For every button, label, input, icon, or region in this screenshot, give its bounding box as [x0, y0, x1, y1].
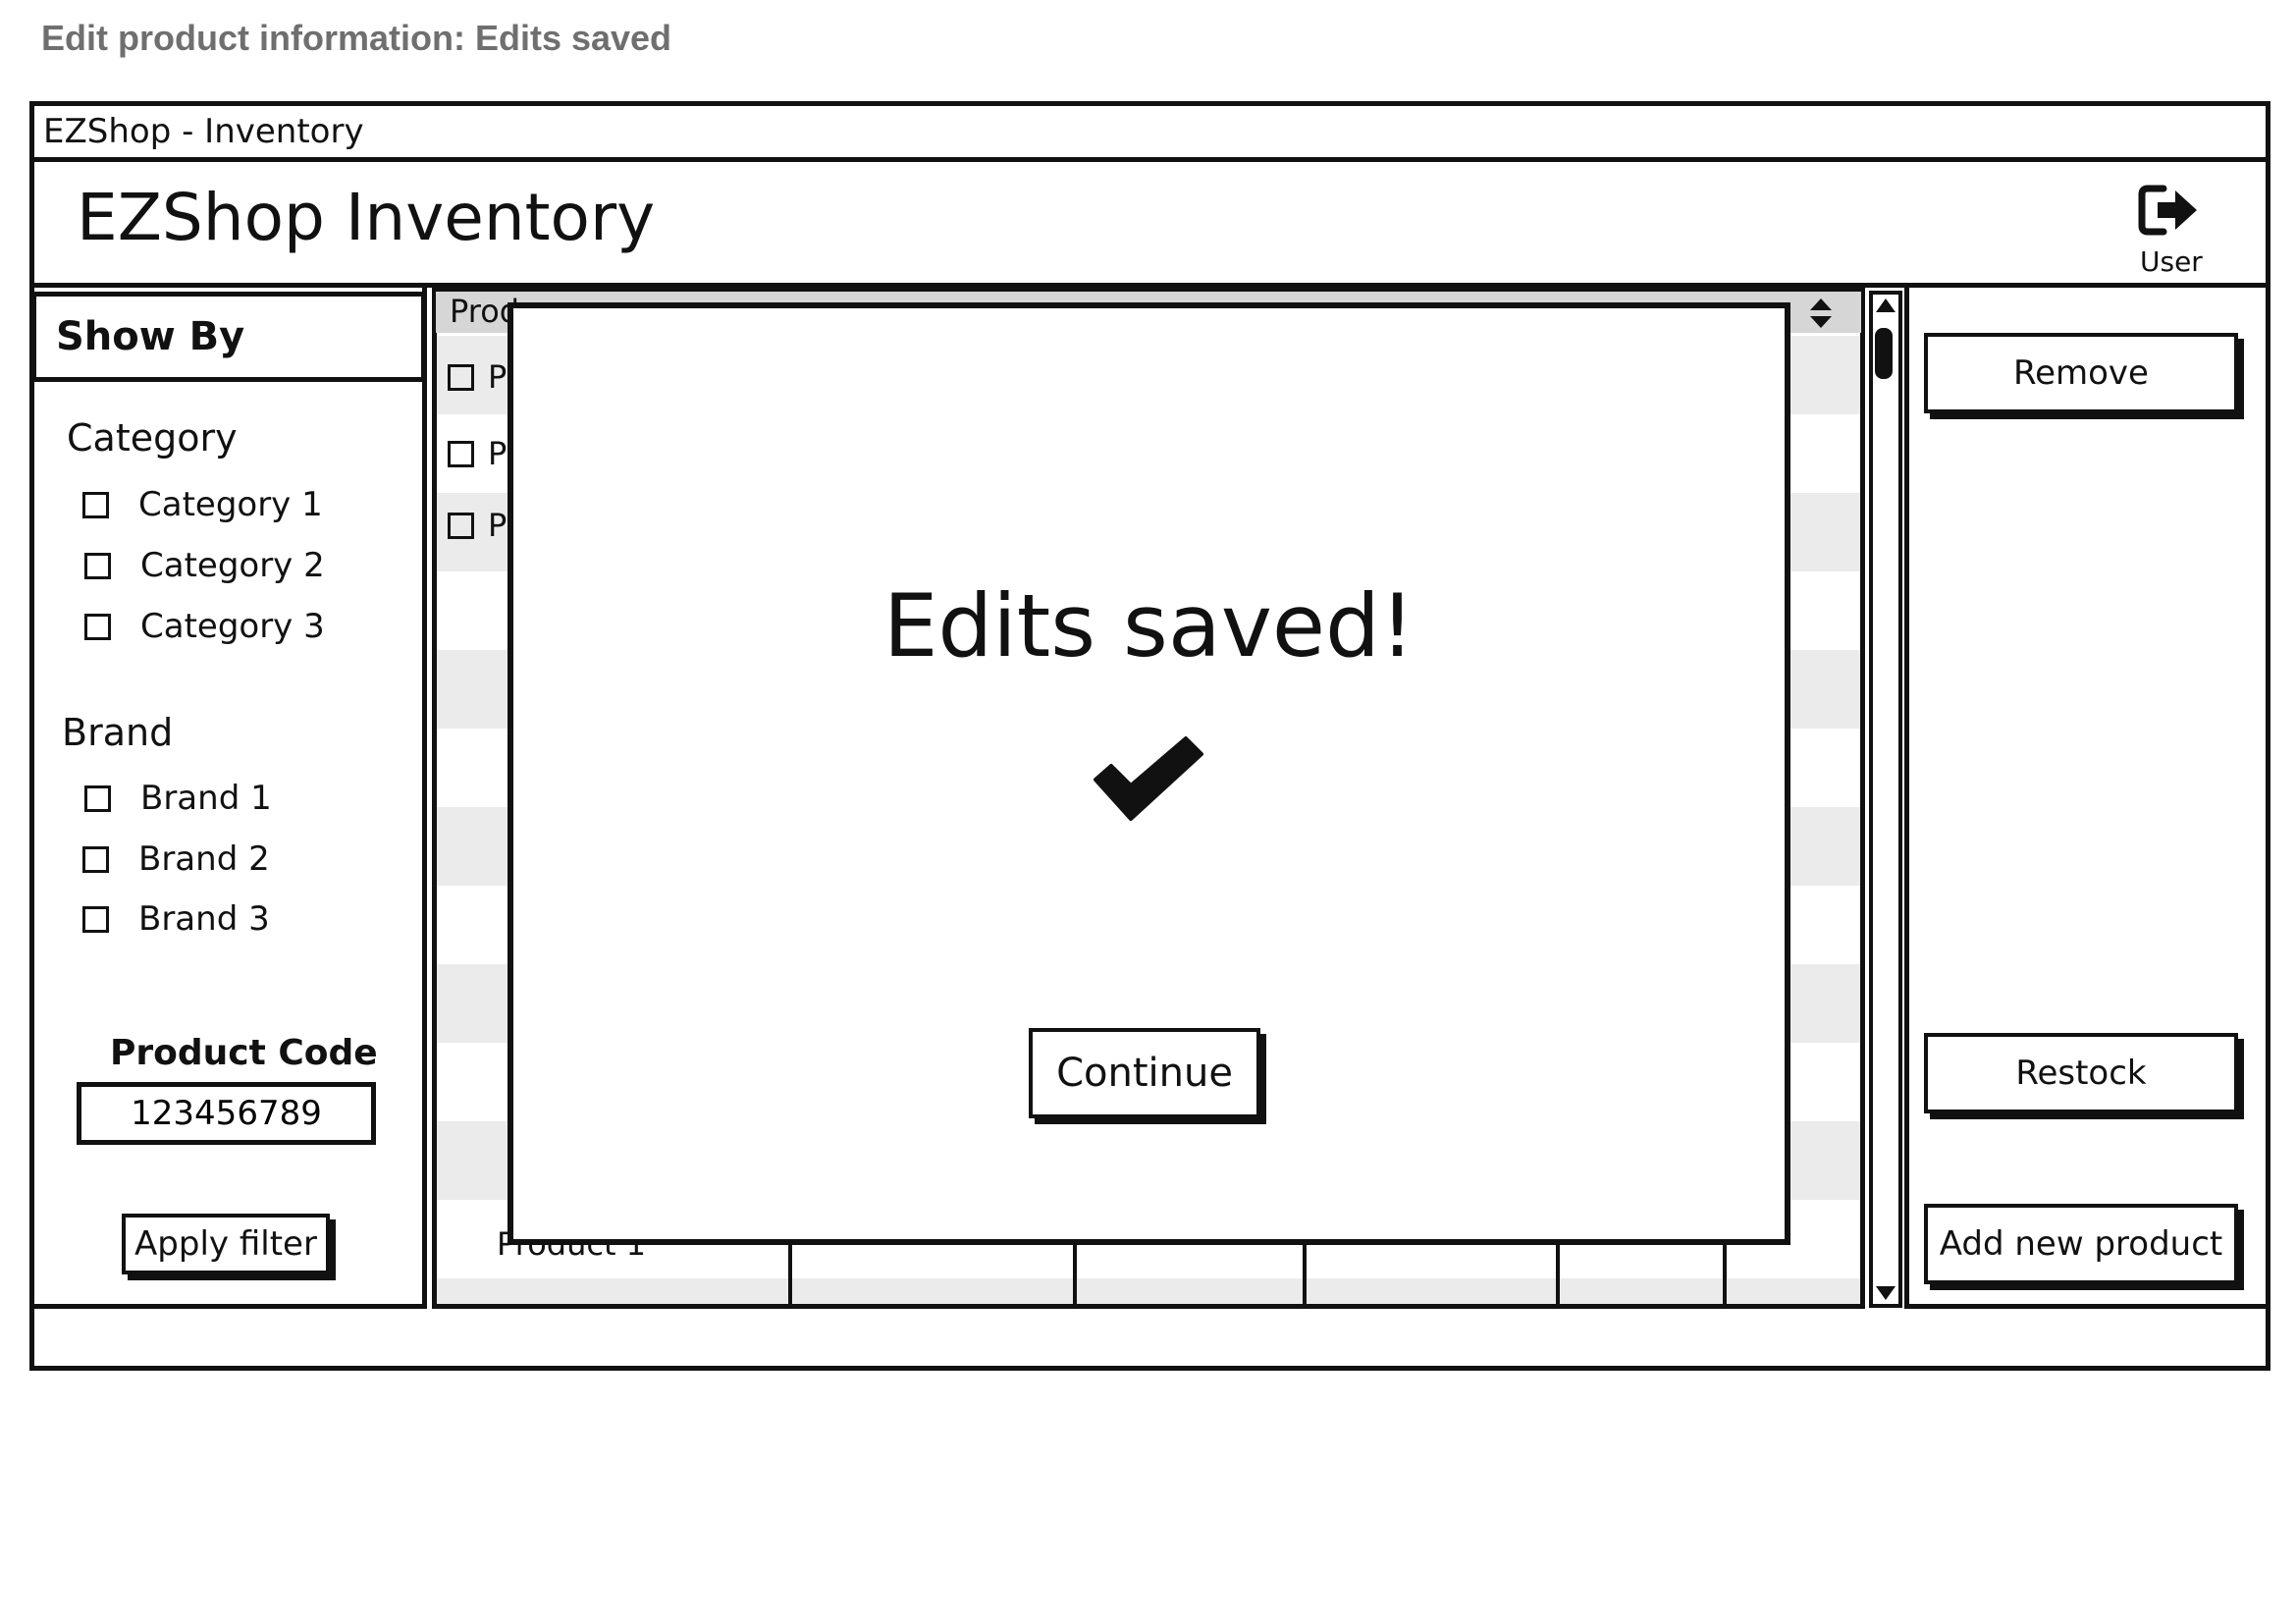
checkmark-icon — [1090, 734, 1207, 823]
window-titlebar: EZShop - Inventory — [29, 101, 2270, 162]
scrollbar-thumb[interactable] — [1875, 328, 1893, 379]
show-by-header: Show By — [31, 292, 426, 382]
table-row[interactable]: P — [448, 358, 507, 396]
product-code-input[interactable] — [77, 1082, 376, 1145]
brand-title: Brand — [62, 711, 174, 754]
category-1-checkbox[interactable]: Category 1 — [82, 485, 323, 524]
user-label[interactable]: User — [2140, 245, 2203, 278]
status-bar — [29, 1309, 2270, 1371]
checkbox-icon[interactable] — [84, 785, 111, 812]
category-1-label: Category 1 — [138, 485, 323, 524]
category-2-label: Category 2 — [140, 546, 325, 585]
product-code-label: Product Code — [110, 1033, 378, 1073]
category-3-label: Category 3 — [140, 607, 325, 646]
brand-2-label: Brand 2 — [138, 839, 270, 879]
sort-icon[interactable] — [1808, 297, 1834, 330]
dialog-title: Edits saved! — [882, 575, 1415, 677]
row-checkbox-icon[interactable] — [448, 440, 474, 467]
apply-filter-button[interactable]: Apply filter — [122, 1214, 330, 1274]
row-cell: P — [488, 435, 507, 472]
row-checkbox-icon[interactable] — [448, 512, 474, 539]
remove-button[interactable]: Remove — [1924, 333, 2238, 413]
brand-3-checkbox[interactable]: Brand 3 — [82, 899, 270, 939]
category-3-checkbox[interactable]: Category 3 — [84, 607, 325, 646]
window-title: EZShop - Inventory — [43, 112, 364, 151]
brand-1-checkbox[interactable]: Brand 1 — [84, 779, 272, 818]
table-row[interactable]: P — [448, 435, 507, 472]
category-2-checkbox[interactable]: Category 2 — [84, 546, 325, 585]
scroll-up-arrow-icon[interactable] — [1874, 297, 1897, 318]
checkbox-icon[interactable] — [84, 613, 111, 640]
page-caption: Edit product information: Edits saved — [41, 18, 672, 58]
checkbox-icon[interactable] — [82, 491, 109, 518]
table-scrollbar[interactable] — [1869, 291, 1902, 1308]
restock-button[interactable]: Restock — [1924, 1033, 2238, 1113]
show-by-label: Show By — [56, 314, 245, 359]
add-new-product-button[interactable]: Add new product — [1924, 1204, 2238, 1284]
brand-2-checkbox[interactable]: Brand 2 — [82, 839, 270, 879]
sign-out-icon[interactable] — [2138, 183, 2201, 238]
checkbox-icon[interactable] — [82, 845, 109, 873]
table-row[interactable]: P — [448, 507, 507, 544]
scroll-down-arrow-icon[interactable] — [1874, 1284, 1897, 1306]
brand-3-label: Brand 3 — [138, 899, 270, 939]
row-cell: P — [488, 507, 507, 544]
continue-button[interactable]: Continue — [1029, 1028, 1260, 1118]
row-checkbox-icon[interactable] — [448, 363, 474, 391]
category-title: Category — [67, 416, 238, 460]
app-title: EZShop Inventory — [77, 180, 656, 255]
action-panel — [1904, 288, 2270, 1309]
row-cell: P — [488, 358, 507, 396]
brand-1-label: Brand 1 — [140, 779, 272, 818]
checkbox-icon[interactable] — [84, 552, 111, 579]
checkbox-icon[interactable] — [82, 905, 109, 933]
